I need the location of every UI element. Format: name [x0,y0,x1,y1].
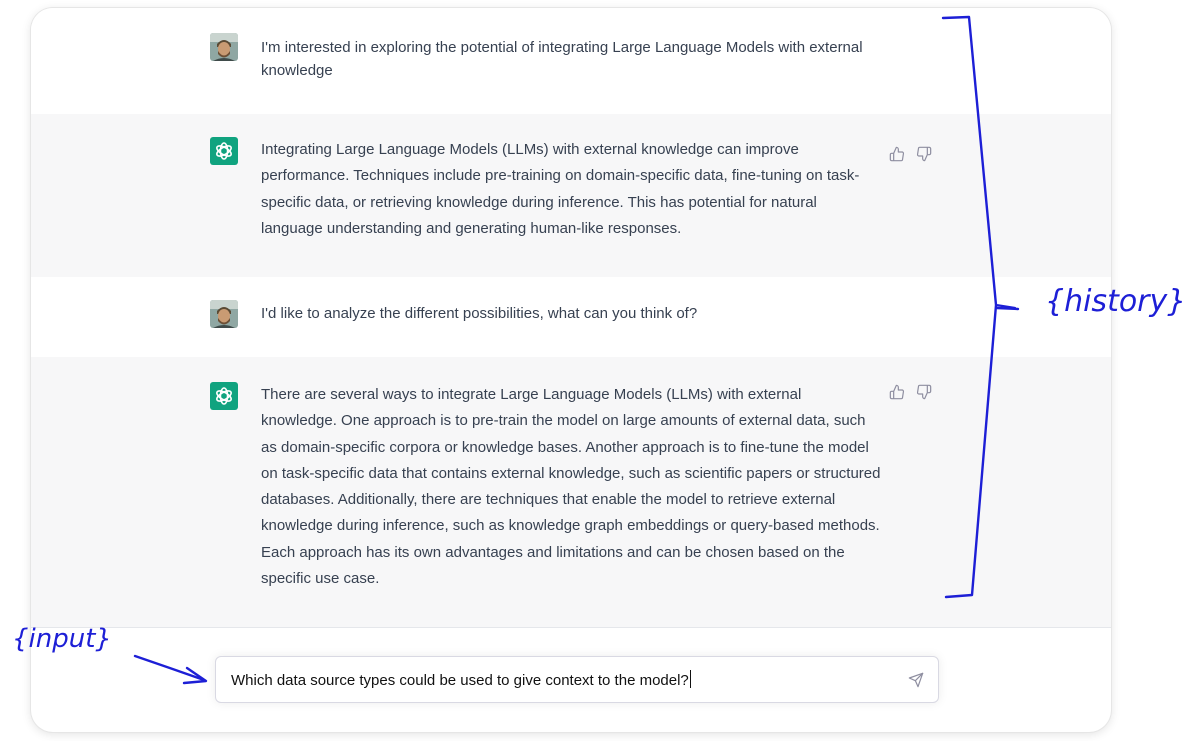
input-arrow [133,654,208,685]
input-label: {input} [12,624,112,654]
